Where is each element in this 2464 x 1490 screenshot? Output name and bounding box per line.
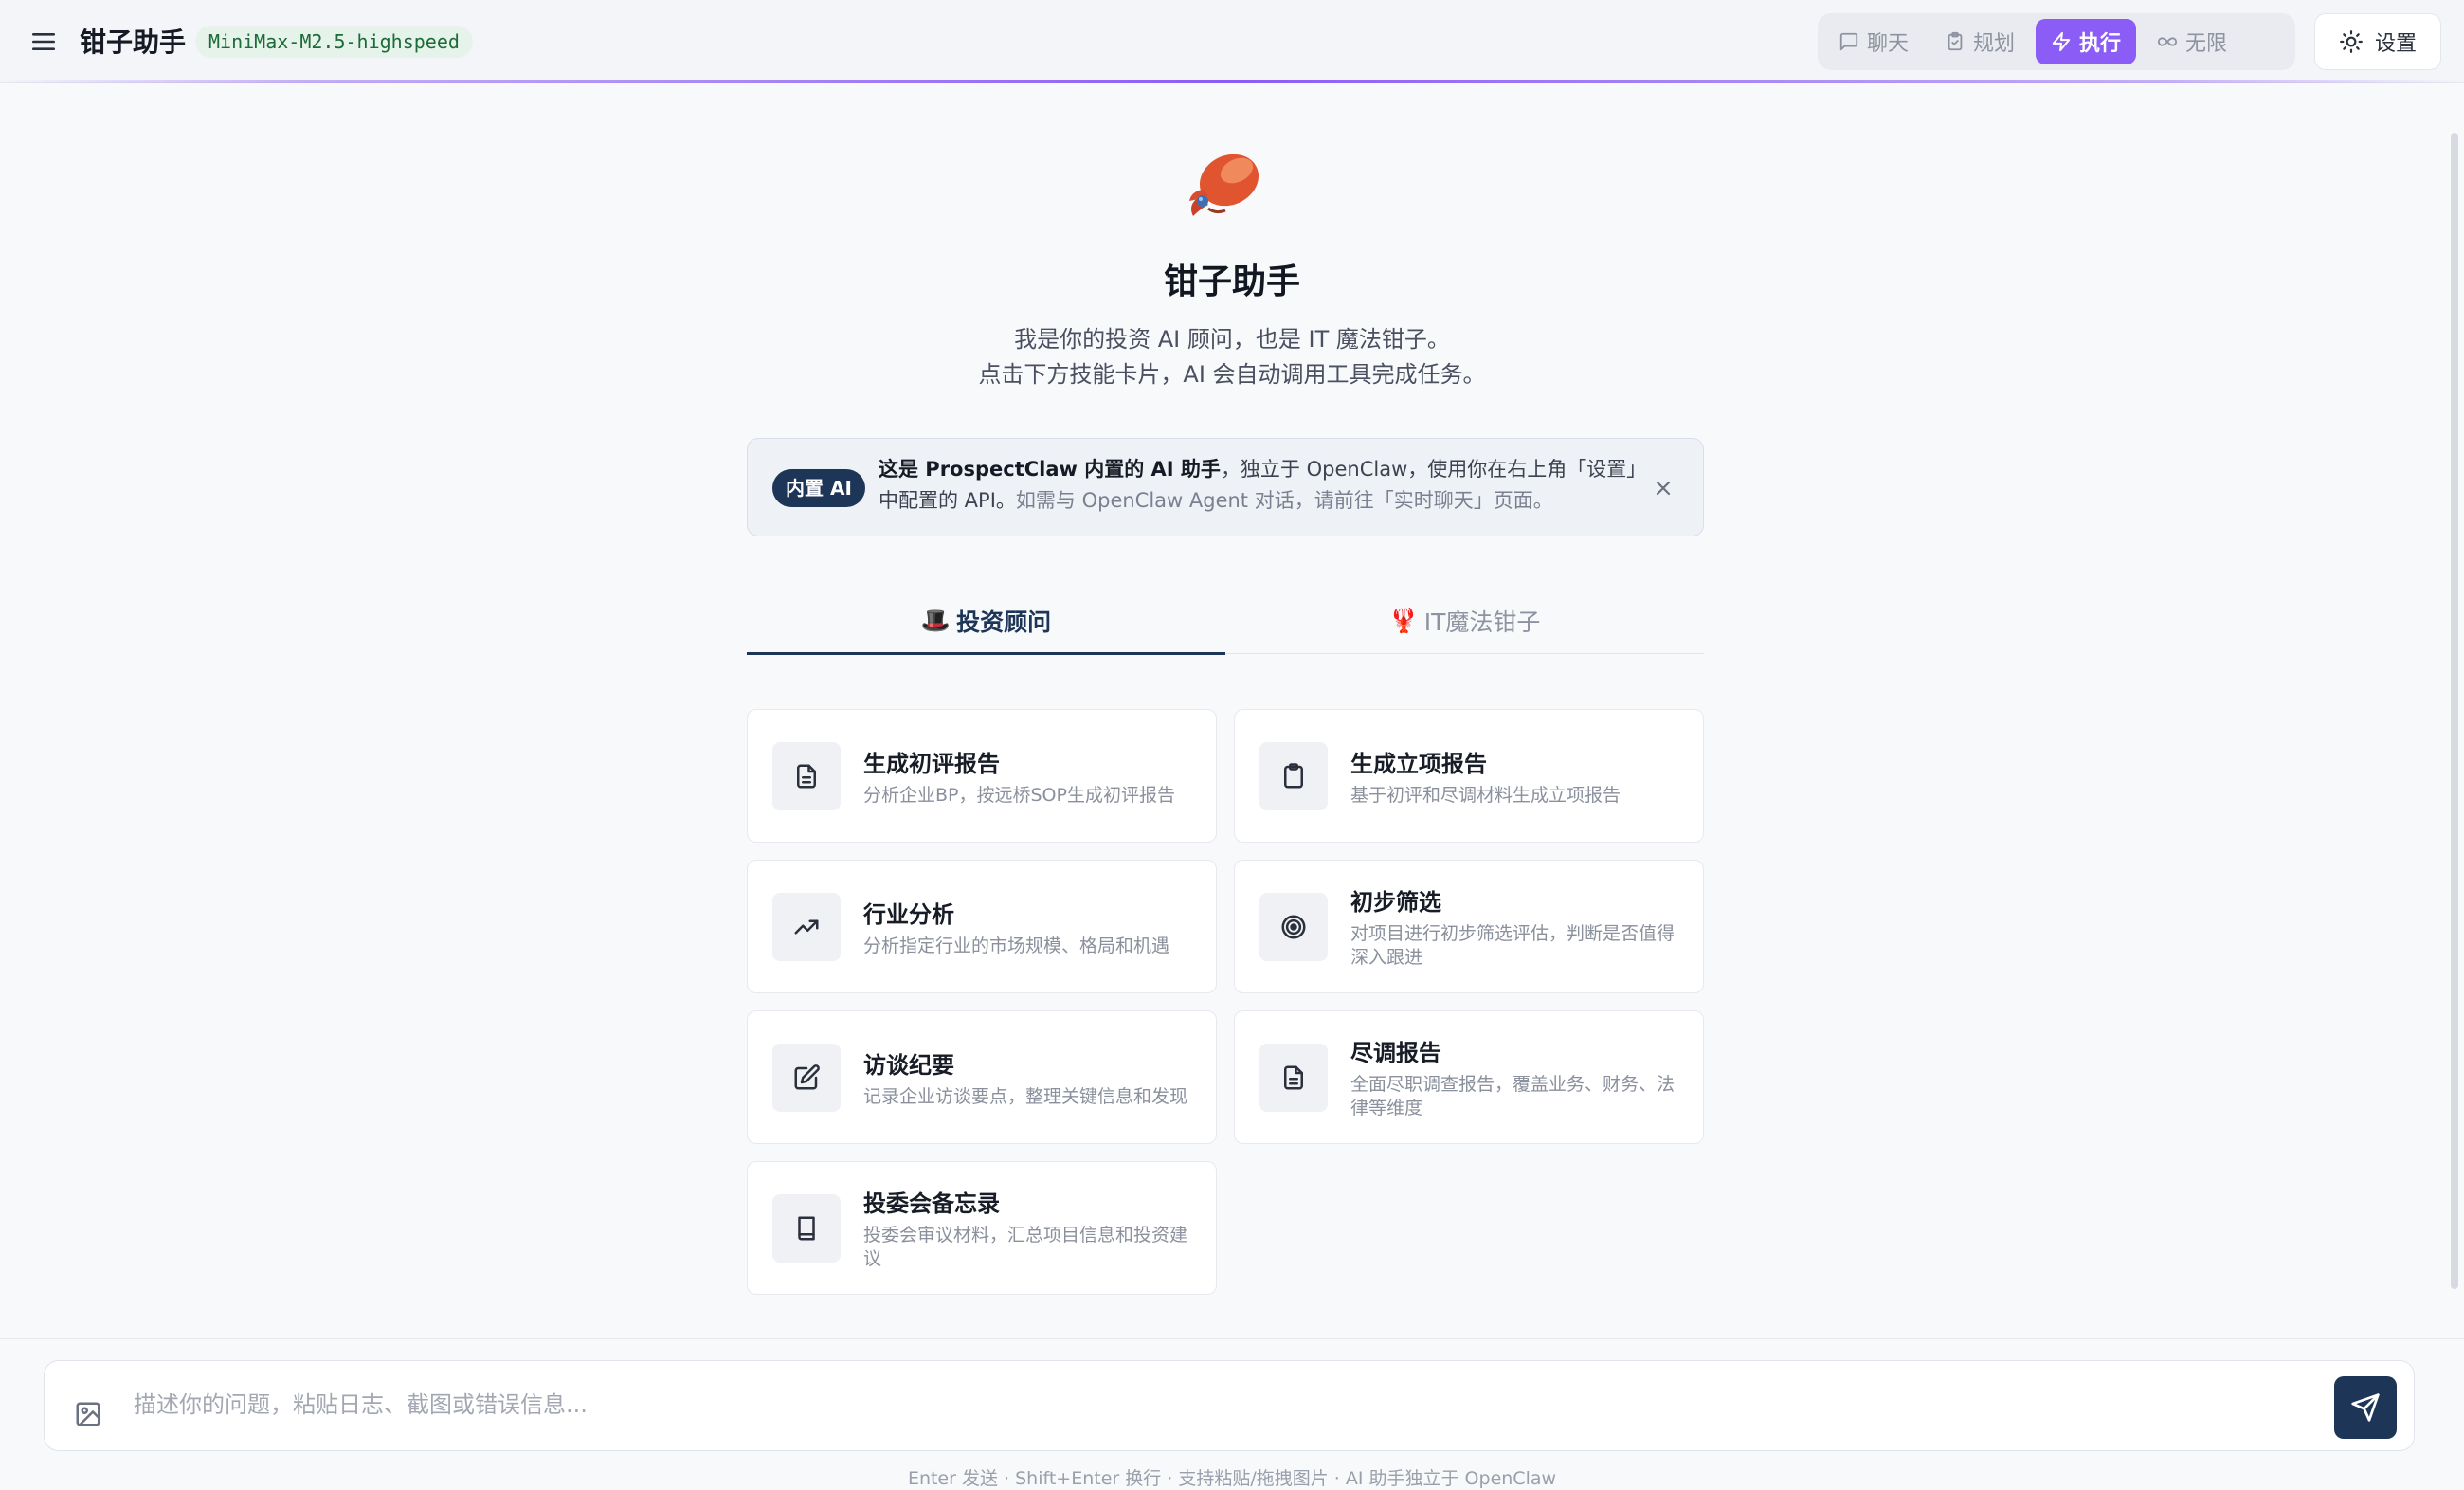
card-description: 分析企业BP，按远桥SOP生成初评报告 xyxy=(863,784,1175,806)
clipboard-icon xyxy=(1284,762,1303,788)
scrollbar-thumb[interactable] xyxy=(2451,133,2458,1289)
card-icon-wrap xyxy=(1259,892,1328,961)
card-description: 基于初评和尽调材料生成立项报告 xyxy=(1350,784,1622,806)
model-badge: MiniMax-M2.5-highspeed xyxy=(195,26,473,58)
card-body: 初步筛选 对项目进行初步筛选评估，判断是否值得深入跟进 xyxy=(1350,883,1678,970)
lightning-icon xyxy=(2052,31,2071,52)
book-icon xyxy=(798,1216,815,1240)
lobster-mascot-icon xyxy=(1189,154,1259,216)
mode-infinite[interactable]: 无限 xyxy=(2142,19,2242,64)
card-icon-wrap xyxy=(1259,1043,1328,1112)
card-description: 记录企业访谈要点，整理关键信息和发现 xyxy=(863,1085,1188,1107)
chat-input-box xyxy=(44,1360,2415,1451)
card-body: 尽调报告 全面尽职调查报告，覆盖业务、财务、法律等维度 xyxy=(1350,1034,1678,1120)
skill-card-initial-report[interactable]: 生成初评报告 分析企业BP，按远桥SOP生成初评报告 xyxy=(747,709,1217,843)
menu-button[interactable] xyxy=(27,25,61,59)
sun-icon xyxy=(2340,30,2363,53)
hero-title: 钳子助手 xyxy=(1163,263,1300,301)
edit-icon xyxy=(794,1063,820,1089)
card-description: 全面尽职调查报告，覆盖业务、财务、法律等维度 xyxy=(1350,1074,1676,1118)
top-header: 钳子助手 MiniMax-M2.5-highspeed 聊天 规划 执行 无限 … xyxy=(0,0,2464,83)
builtin-ai-badge: 内置 AI xyxy=(772,469,865,507)
card-title: 生成初评报告 xyxy=(863,750,1000,777)
mode-execute-label: 执行 xyxy=(2079,32,2122,56)
skill-tabs: 🎩 投资顾问 🦞 IT魔法钳子 xyxy=(747,588,1704,655)
card-body: 访谈纪要 记录企业访谈要点，整理关键信息和发现 xyxy=(863,1046,1191,1109)
card-title: 访谈纪要 xyxy=(863,1051,954,1079)
skill-card-initial-screening[interactable]: 初步筛选 对项目进行初步筛选评估，判断是否值得深入跟进 xyxy=(1234,860,1704,993)
builtin-ai-notice: 内置 AI 这是 ProspectClaw 内置的 AI 助手，独立于 Open… xyxy=(747,438,1704,536)
notice-muted-text: 如需与 OpenClaw Agent 对话，请前往「实时聊天」页面。 xyxy=(1015,489,1553,512)
notice-close-button[interactable] xyxy=(1648,473,1678,503)
infinity-icon xyxy=(2157,37,2178,46)
mode-chat[interactable]: 聊天 xyxy=(1823,19,1924,64)
hero-description: 我是你的投资 AI 顾问，也是 IT 魔法钳子。 点击下方技能卡片，AI 会自动… xyxy=(0,322,2464,392)
hero-desc-line-2: 点击下方技能卡片，AI 会自动调用工具完成任务。 xyxy=(978,361,1486,388)
card-body: 生成初评报告 分析企业BP，按远桥SOP生成初评报告 xyxy=(863,745,1191,808)
app-title: 钳子助手 xyxy=(80,27,187,58)
skill-card-grid: 生成初评报告 分析企业BP，按远桥SOP生成初评报告 生成立项报告 基于初评和尽… xyxy=(747,709,1704,1295)
card-title: 生成立项报告 xyxy=(1350,750,1487,777)
chat-input-area: Enter 发送 · Shift+Enter 换行 · 支持粘贴/拖拽图片 · … xyxy=(0,1338,2464,1489)
notice-text: 这是 ProspectClaw 内置的 AI 助手，独立于 OpenClaw，使… xyxy=(879,454,1637,517)
card-description: 分析指定行业的市场规模、格局和机遇 xyxy=(863,935,1170,956)
skill-card-due-diligence[interactable]: 尽调报告 全面尽职调查报告，覆盖业务、财务、法律等维度 xyxy=(1234,1010,1704,1144)
mode-chat-label: 聊天 xyxy=(1867,32,1910,56)
document-icon xyxy=(1284,1065,1303,1089)
close-icon xyxy=(1656,481,1671,496)
card-title: 初步筛选 xyxy=(1350,889,1441,916)
card-icon-wrap xyxy=(772,1043,841,1112)
hero-desc-line-1: 我是你的投资 AI 顾问，也是 IT 魔法钳子。 xyxy=(1014,326,1450,353)
card-body: 行业分析 分析指定行业的市场规模、格局和机遇 xyxy=(863,896,1191,958)
tab-investment-advisor-label: 投资顾问 xyxy=(956,608,1052,636)
card-icon-wrap xyxy=(772,741,841,810)
card-icon-wrap xyxy=(772,892,841,961)
mode-switcher: 聊天 规划 执行 无限 xyxy=(1818,13,2295,70)
card-body: 生成立项报告 基于初评和尽调材料生成立项报告 xyxy=(1350,745,1678,808)
send-button[interactable] xyxy=(2334,1376,2397,1439)
notice-bold-text: 这是 ProspectClaw 内置的 AI 助手 xyxy=(879,458,1221,481)
card-icon-wrap xyxy=(772,1193,841,1263)
tab-it-magic-claw-label: IT魔法钳子 xyxy=(1423,608,1541,636)
mode-infinite-label: 无限 xyxy=(2185,32,2228,56)
top-hat-icon: 🎩 xyxy=(920,606,951,634)
settings-button[interactable]: 设置 xyxy=(2314,13,2441,70)
card-title: 尽调报告 xyxy=(1350,1040,1441,1066)
target-icon xyxy=(1281,915,1306,938)
document-icon xyxy=(797,764,816,788)
clipboard-check-icon xyxy=(1948,31,1963,51)
mode-execute[interactable]: 执行 xyxy=(2036,19,2137,64)
settings-label: 设置 xyxy=(2374,32,2417,56)
tab-investment-advisor[interactable]: 🎩 投资顾问 xyxy=(747,588,1225,655)
trending-up-icon xyxy=(794,919,819,934)
tab-it-magic-claw[interactable]: 🦞 IT魔法钳子 xyxy=(1225,588,1704,653)
header-accent-line xyxy=(0,80,2464,83)
chat-bubble-icon xyxy=(1839,32,1858,51)
image-icon xyxy=(76,1402,100,1426)
mode-plan-label: 规划 xyxy=(1973,32,2016,56)
skill-card-interview-notes[interactable]: 访谈纪要 记录企业访谈要点，整理关键信息和发现 xyxy=(747,1010,1217,1144)
chat-input[interactable] xyxy=(134,1376,2275,1433)
send-icon xyxy=(2351,1393,2380,1422)
hamburger-menu-icon xyxy=(32,33,55,50)
card-body: 投委会备忘录 投委会审议材料，汇总项目信息和投资建议 xyxy=(863,1185,1191,1271)
lobster-icon: 🦞 xyxy=(1388,606,1419,634)
card-icon-wrap xyxy=(1259,741,1328,810)
skill-card-ic-memo[interactable]: 投委会备忘录 投委会审议材料，汇总项目信息和投资建议 xyxy=(747,1161,1217,1295)
attach-image-button[interactable] xyxy=(71,1397,105,1431)
input-hint: Enter 发送 · Shift+Enter 换行 · 支持粘贴/拖拽图片 · … xyxy=(907,1468,1557,1489)
skill-card-project-report[interactable]: 生成立项报告 基于初评和尽调材料生成立项报告 xyxy=(1234,709,1704,843)
mode-plan[interactable]: 规划 xyxy=(1930,19,2030,64)
card-description: 投委会审议材料，汇总项目信息和投资建议 xyxy=(863,1225,1188,1269)
skill-card-industry-analysis[interactable]: 行业分析 分析指定行业的市场规模、格局和机遇 xyxy=(747,860,1217,993)
card-description: 对项目进行初步筛选评估，判断是否值得深入跟进 xyxy=(1350,923,1676,968)
card-title: 行业分析 xyxy=(863,900,954,928)
card-title: 投委会备忘录 xyxy=(863,1190,1000,1217)
